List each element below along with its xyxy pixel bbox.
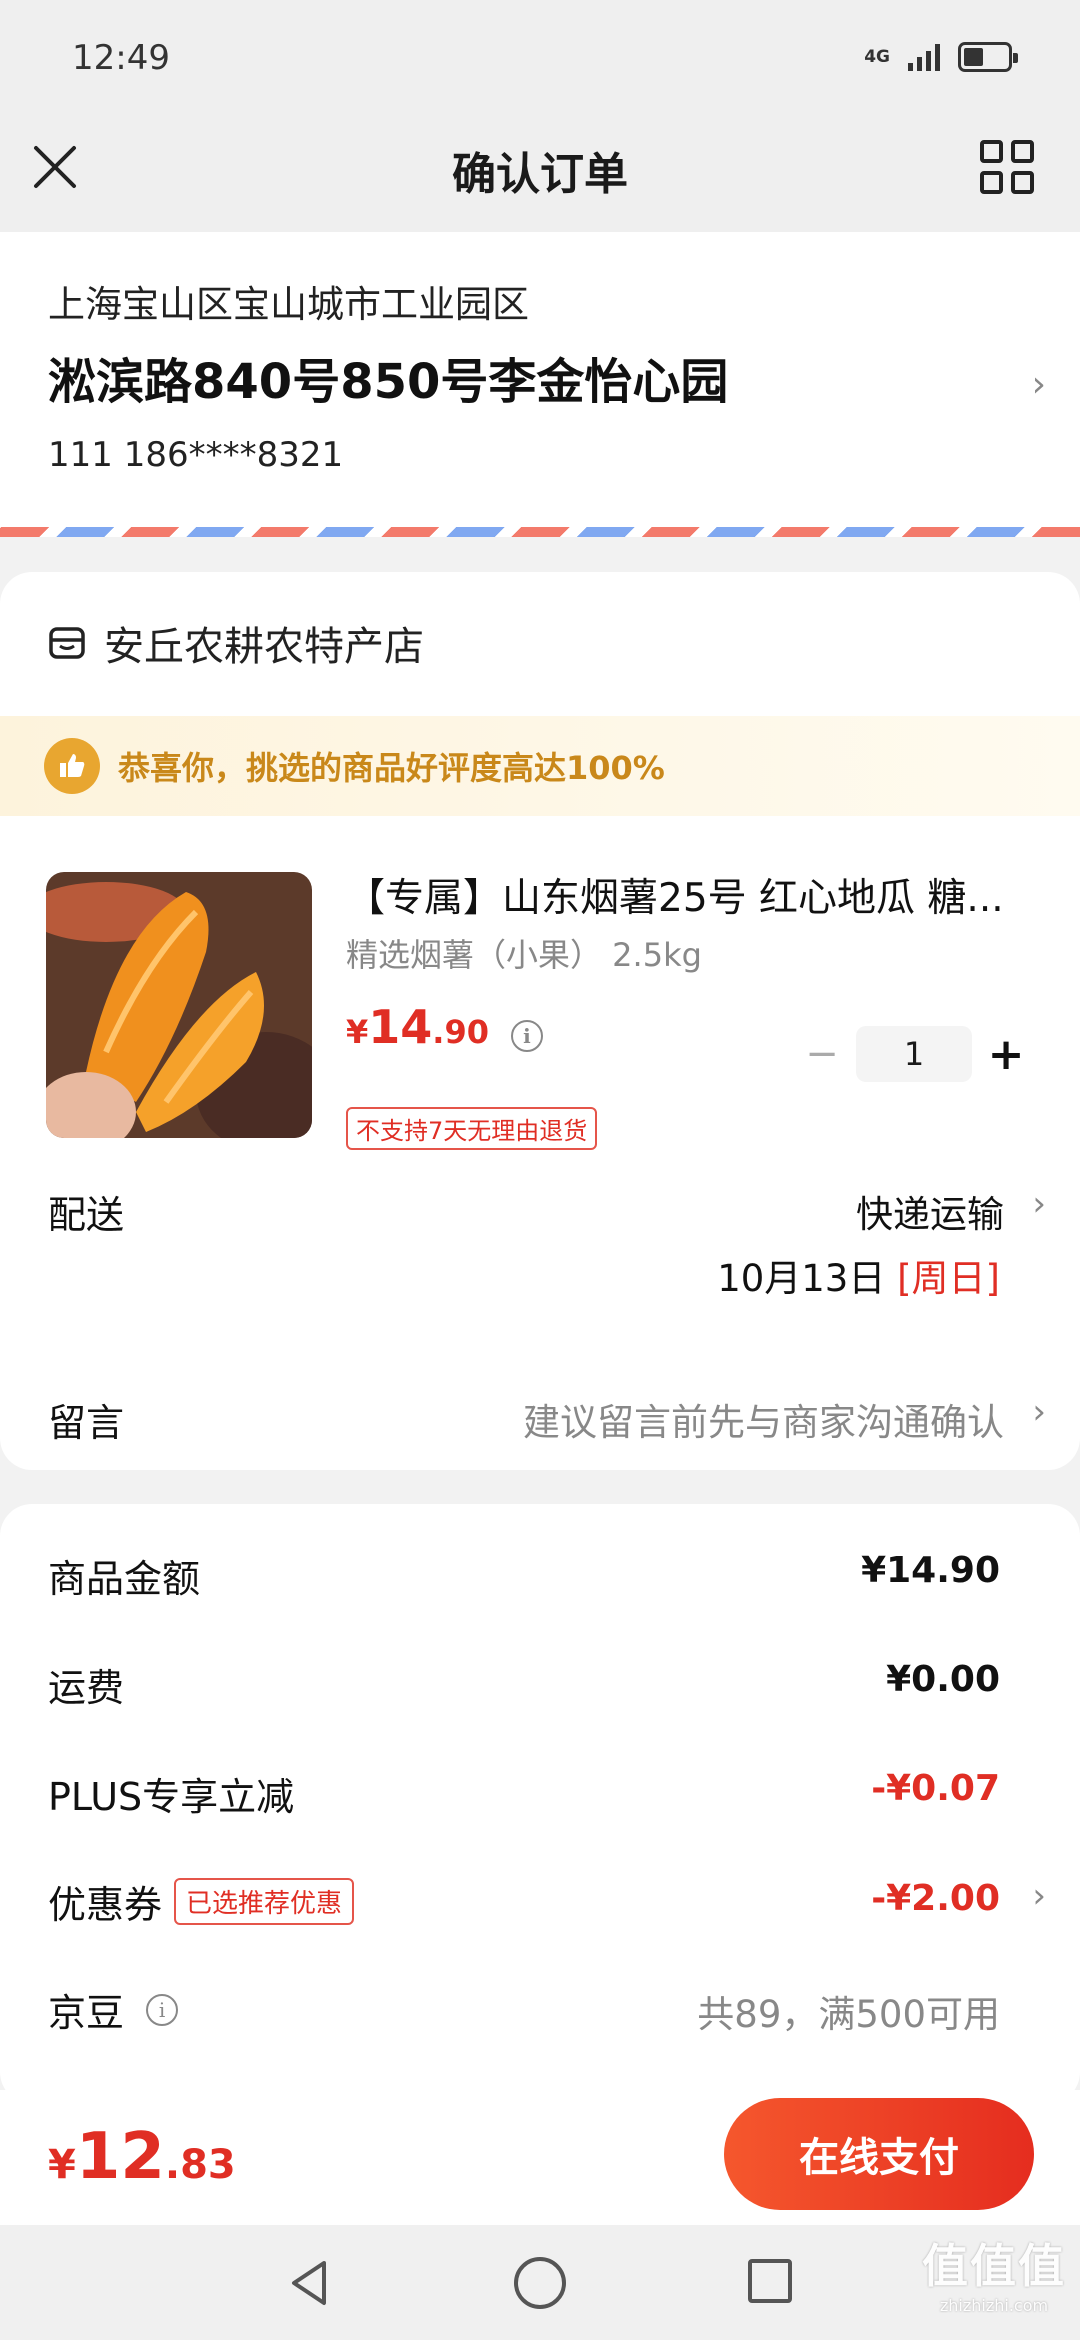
- coupon-tag: 已选推荐优惠: [174, 1878, 355, 1925]
- network-icon: 4G: [864, 47, 890, 67]
- thumbs-up-icon: [44, 738, 100, 794]
- price-decimal: .90: [432, 1013, 489, 1051]
- coupon-value[interactable]: -¥2.00: [871, 1878, 1000, 1919]
- watermark: 值值值 zhizhizhi.com: [922, 2230, 1066, 2315]
- status-indicators: 4G: [864, 42, 1018, 72]
- pay-button[interactable]: 在线支付: [724, 2098, 1034, 2210]
- goods-amount-value: ¥14.90: [861, 1550, 1000, 1591]
- product-image[interactable]: [46, 872, 312, 1138]
- note-label: 留言: [48, 1401, 125, 1445]
- bottom-pay-bar: ¥ 12 .83 在线支付: [0, 2090, 1080, 2225]
- store-name: 安丘农耕农特产店: [104, 624, 424, 670]
- quantity-stepper: − 1 +: [802, 1026, 1026, 1082]
- nav-bar: 确认订单: [0, 120, 1080, 232]
- battery-icon: [958, 42, 1018, 72]
- promo-banner: 恭喜你，挑选的商品好评度高达100%: [0, 716, 1080, 816]
- chevron-right-icon: ›: [1031, 364, 1046, 405]
- summary-card: 商品金额 ¥14.90 运费 ¥0.00 PLUS专享立减 -¥0.07 优惠券…: [0, 1504, 1080, 2104]
- chevron-right-icon[interactable]: ›: [1032, 1392, 1046, 1432]
- beans-label: 京豆: [48, 1991, 125, 2035]
- product-price: ¥ 14 .90 i: [346, 1000, 543, 1054]
- total-price: ¥ 12 .83: [48, 2120, 236, 2194]
- beans-value: 共89，满500可用: [697, 1993, 1000, 2036]
- delivery-method[interactable]: 快递运输: [856, 1184, 1004, 1238]
- shipping-value: ¥0.00: [886, 1659, 1000, 1700]
- delivery-date-text: 10月13日: [717, 1257, 886, 1300]
- total-integer: 12: [75, 2120, 165, 2194]
- product-title[interactable]: 【专属】山东烟薯25号 红心地瓜 糖...: [346, 867, 1036, 923]
- delivery-date: 10月13日 [周日]: [717, 1248, 1000, 1302]
- address-contact: 111 186****8321: [48, 435, 344, 475]
- plus-discount-value: -¥0.07: [871, 1768, 1000, 1809]
- store-card: 安丘农耕农特产店 恭喜你，挑选的商品好评度高达100% 【专属】山东烟薯25号 …: [0, 572, 1080, 1470]
- back-icon[interactable]: [282, 2255, 338, 2311]
- total-decimal: .83: [164, 2142, 236, 2188]
- delivery-day: [周日]: [897, 1257, 1000, 1300]
- decrease-button[interactable]: −: [802, 1031, 842, 1077]
- home-icon[interactable]: [514, 2257, 566, 2309]
- note-input[interactable]: 建议留言前先与商家沟通确认: [523, 1392, 1004, 1446]
- product-spec: 精选烟薯（小果） 2.5kg: [346, 936, 702, 974]
- grid-menu-icon[interactable]: [980, 140, 1034, 194]
- plus-discount-label: PLUS专享立减: [48, 1775, 295, 1819]
- total-symbol: ¥: [48, 2142, 76, 2188]
- page-title: 确认订单: [452, 149, 628, 200]
- address-region: 上海宝山区宝山城市工业园区: [48, 283, 529, 326]
- recent-apps-icon[interactable]: [748, 2259, 792, 2303]
- address-card[interactable]: 上海宝山区宝山城市工业园区 淞滨路840号850号李金怡心园 › 111 186…: [0, 232, 1080, 537]
- price-symbol: ¥: [346, 1013, 369, 1051]
- battery-fill: [964, 48, 983, 66]
- system-nav-bar: [0, 2225, 1080, 2340]
- status-time: 12:49: [72, 38, 170, 78]
- store-icon: [49, 627, 85, 659]
- promo-text: 恭喜你，挑选的商品好评度高达100%: [118, 749, 665, 787]
- chevron-right-icon[interactable]: ›: [1032, 1876, 1046, 1916]
- store-header[interactable]: 安丘农耕农特产店: [48, 614, 424, 672]
- signal-icon: [908, 43, 940, 71]
- shipping-label: 运费: [48, 1666, 125, 1710]
- goods-amount-label: 商品金额: [48, 1557, 201, 1601]
- airmail-border: [0, 527, 1080, 537]
- quantity-value[interactable]: 1: [856, 1026, 972, 1082]
- coupon-label: 优惠券: [48, 1883, 163, 1927]
- status-bar: 12:49 4G: [0, 0, 1080, 120]
- delivery-label: 配送: [48, 1193, 125, 1237]
- chevron-right-icon[interactable]: ›: [1032, 1184, 1046, 1224]
- beans-row: 京豆 i: [48, 1982, 179, 2037]
- return-policy-tag: 不支持7天无理由退货: [346, 1107, 598, 1150]
- watermark-main: 值值值: [922, 2239, 1066, 2293]
- price-integer: 14: [368, 1000, 433, 1054]
- address-detail: 淞滨路840号850号李金怡心园: [48, 354, 729, 410]
- coupon-row[interactable]: 优惠券 已选推荐优惠: [48, 1874, 355, 1929]
- increase-button[interactable]: +: [986, 1029, 1026, 1080]
- watermark-sub: zhizhizhi.com: [939, 2296, 1049, 2315]
- info-icon[interactable]: i: [510, 1020, 543, 1052]
- info-icon[interactable]: i: [146, 1993, 179, 2026]
